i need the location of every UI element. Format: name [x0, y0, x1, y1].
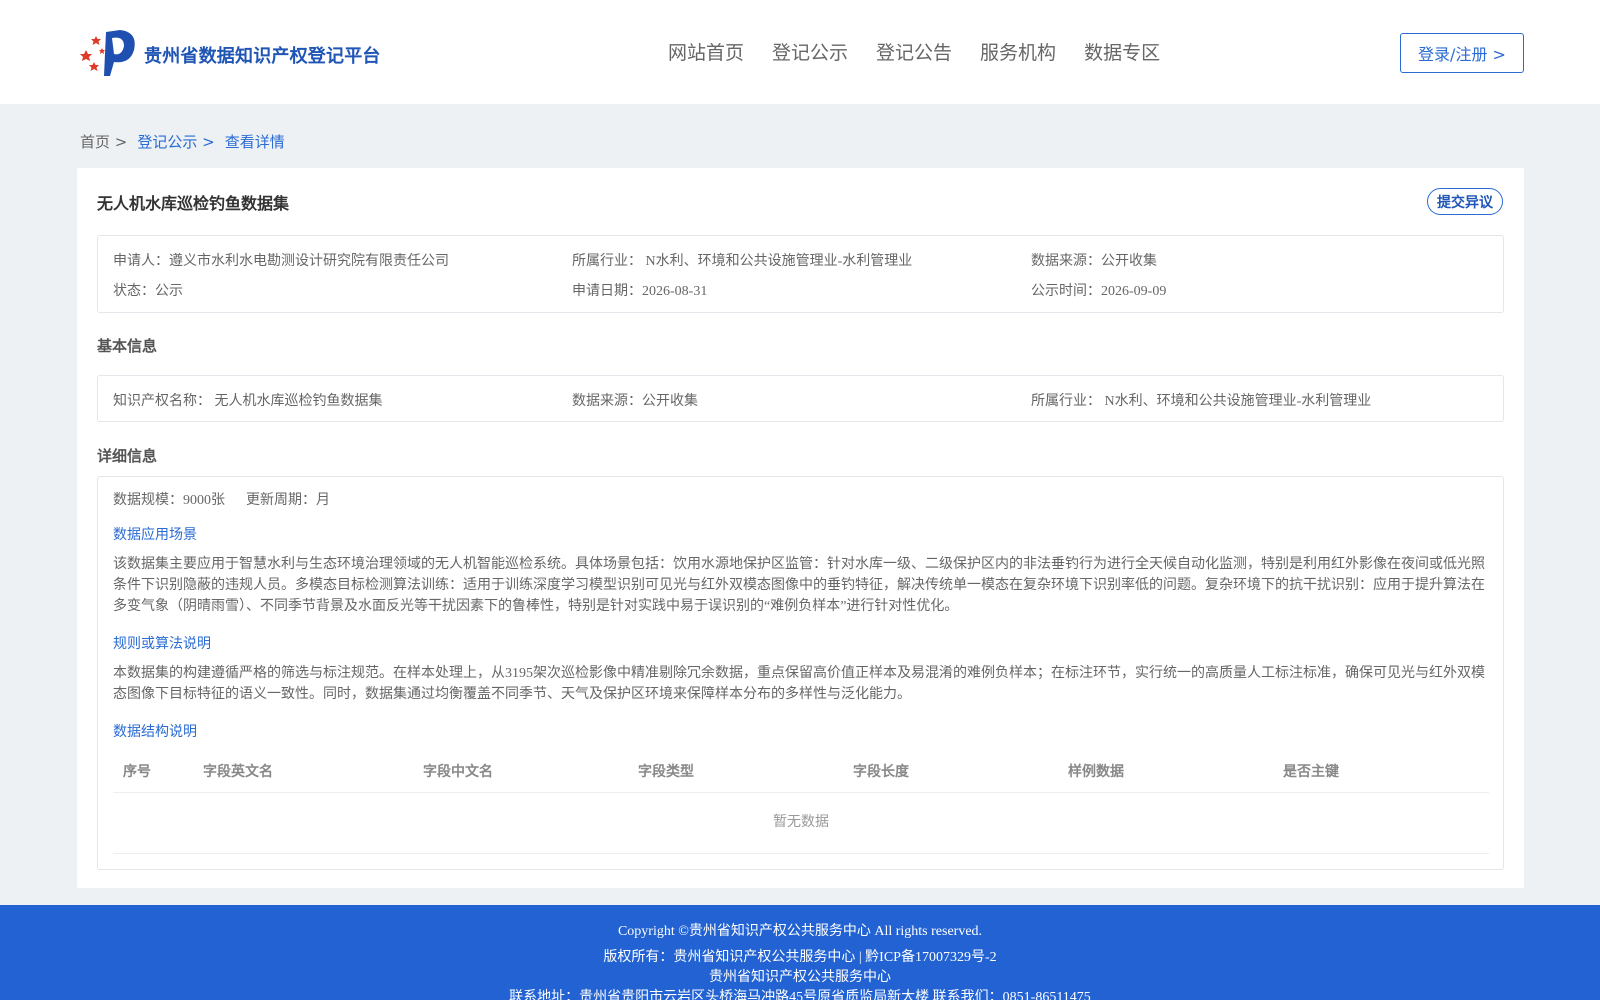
basic-info-box: 知识产权名称： 无人机水库巡检钓鱼数据集 数据来源：公开收集 所属行业： N水利… [97, 375, 1504, 422]
column-header: 字段长度 [853, 764, 909, 780]
platform-logo-icon[interactable] [80, 28, 138, 78]
detail-card: 无人机水库巡检钓鱼数据集 提交异议 申请人：遵义市水利水电勘测设计研究院有限责任… [77, 168, 1524, 888]
nav-home[interactable]: 网站首页 [668, 38, 744, 65]
column-header: 样例数据 [1068, 764, 1124, 780]
basic-info-heading: 基本信息 [97, 337, 158, 355]
scenario-heading: 数据应用场景 [113, 528, 197, 543]
breadcrumb: 首页 > 登记公示 > 查看详情 [80, 131, 295, 152]
login-register-button[interactable]: 登录/注册 > [1400, 33, 1524, 73]
nav-registration-announcement[interactable]: 登记公告 [876, 38, 952, 65]
nav-data-zone[interactable]: 数据专区 [1084, 38, 1160, 65]
data-source: 数据来源：公开收集 [1031, 254, 1157, 269]
scenario-text: 该数据集主要应用于智慧水利与生态环境治理领域的无人机智能巡检系统。具体场景包括：… [113, 557, 1485, 614]
breadcrumb-home[interactable]: 首页 > [80, 131, 127, 152]
submit-objection-button[interactable]: 提交异议 [1427, 188, 1503, 215]
nav-service-agencies[interactable]: 服务机构 [980, 38, 1056, 65]
table-empty-state: 暂无数据 [113, 794, 1489, 854]
update-cycle: 更新周期：月 [246, 493, 330, 508]
site-header: 贵州省数据知识产权登记平台 网站首页 登记公示 登记公告 服务机构 数据专区 登… [0, 0, 1600, 104]
industry: 所属行业： N水利、环境和公共设施管理业-水利管理业 [572, 254, 913, 269]
structure-heading: 数据结构说明 [113, 725, 197, 740]
column-header: 字段类型 [638, 764, 694, 780]
detail-info-box: 数据规模：9000张 更新周期：月 数据应用场景 该数据集主要应用于智慧水利与生… [97, 476, 1504, 870]
structure-table-header: 序号 字段英文名 字段中文名 字段类型 字段长度 样例数据 是否主键 [113, 745, 1489, 793]
breadcrumb-publicity[interactable]: 登记公示 > [137, 131, 214, 152]
footer-contact: 联系地址：贵州省贵阳市云岩区头桥海马冲路45号原省质监局新大楼 联系我们：085… [509, 990, 1091, 1000]
column-header: 字段中文名 [423, 764, 493, 780]
summary-box: 申请人：遵义市水利水电勘测设计研究院有限责任公司 所属行业： N水利、环境和公共… [97, 235, 1504, 313]
column-header: 是否主键 [1283, 764, 1339, 780]
rules-text: 本数据集的构建遵循严格的筛选与标注规范。在样本处理上，从3195架次巡检影像中精… [113, 666, 1485, 702]
nav-registration-publicity[interactable]: 登记公示 [772, 38, 848, 65]
column-header: 字段英文名 [203, 764, 273, 780]
detail-info-heading: 详细信息 [97, 447, 158, 465]
applicant: 申请人：遵义市水利水电勘测设计研究院有限责任公司 [113, 254, 449, 269]
main-nav: 网站首页 登记公示 登记公告 服务机构 数据专区 [668, 38, 1188, 65]
apply-date: 申请日期：2026-08-31 [572, 284, 708, 299]
ip-name: 知识产权名称： 无人机水库巡检钓鱼数据集 [113, 394, 383, 409]
basic-data-source: 数据来源：公开收集 [572, 394, 698, 409]
breadcrumb-current: 查看详情 [224, 133, 285, 151]
column-header: 序号 [123, 764, 151, 780]
site-footer: Copyright ©贵州省知识产权公共服务中心 All rights rese… [0, 905, 1600, 1000]
status: 状态：公示 [113, 284, 183, 299]
footer-rights: 版权所有：贵州省知识产权公共服务中心 | 黔ICP备17007329号-2 [603, 950, 997, 965]
data-scale: 数据规模：9000张 [113, 493, 225, 508]
basic-industry: 所属行业： N水利、环境和公共设施管理业-水利管理业 [1031, 394, 1372, 409]
page-title: 无人机水库巡检钓鱼数据集 [97, 194, 290, 213]
publish-date: 公示时间：2026-09-09 [1031, 284, 1167, 299]
footer-copyright: Copyright ©贵州省知识产权公共服务中心 All rights rese… [617, 924, 983, 939]
footer-org: 贵州省知识产权公共服务中心 [709, 970, 891, 985]
rules-heading: 规则或算法说明 [113, 637, 211, 652]
platform-brand-name[interactable]: 贵州省数据知识产权登记平台 [144, 42, 381, 68]
